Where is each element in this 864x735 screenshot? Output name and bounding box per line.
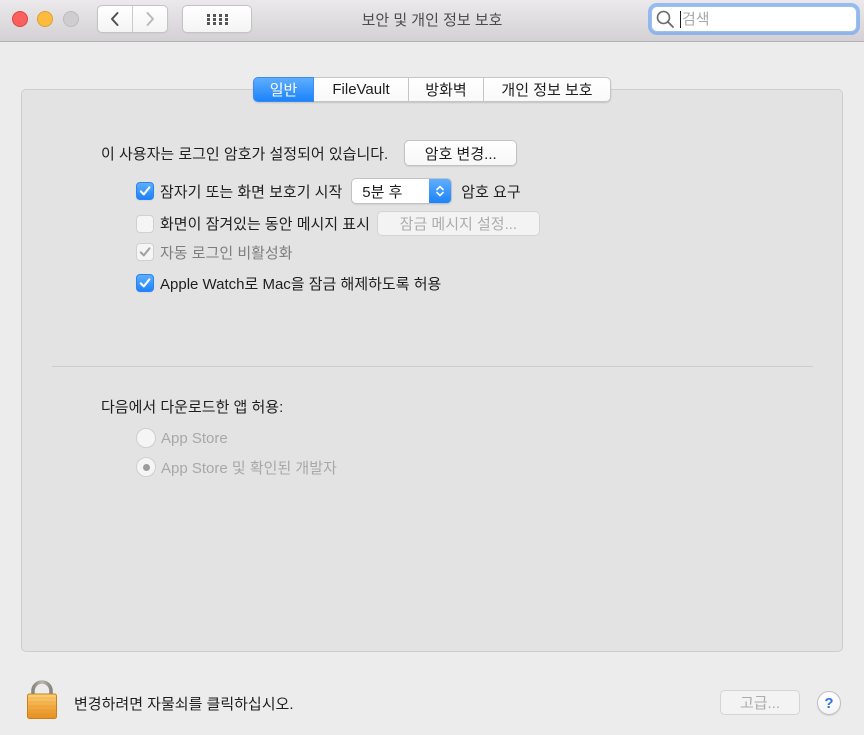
- lock-message-row: 화면이 잠겨있는 동안 메시지 표시 잠금 메시지 설정...: [136, 211, 540, 236]
- title-bar: 보안 및 개인 정보 보호: [0, 0, 864, 42]
- search-field[interactable]: [651, 6, 857, 32]
- close-button[interactable]: [12, 11, 28, 27]
- require-password-checkbox[interactable]: [136, 182, 154, 200]
- allow-app-store-label: App Store: [161, 429, 228, 447]
- checkmark-icon: [139, 278, 151, 288]
- allow-apps-option-row: App Store: [136, 427, 228, 449]
- history-navigation: [97, 5, 168, 33]
- advanced-button[interactable]: 고급...: [720, 690, 800, 715]
- allow-apps-heading: 다음에서 다운로드한 앱 허용:: [101, 398, 284, 416]
- allow-app-store-and-identified-radio[interactable]: [136, 457, 156, 477]
- tab-privacy[interactable]: 개인 정보 보호: [484, 77, 611, 102]
- require-password-label: 잠자기 또는 화면 보호기 시작: [160, 183, 343, 201]
- tab-firewall[interactable]: 방화벽: [409, 77, 484, 102]
- help-button[interactable]: ?: [817, 691, 841, 715]
- radio-dot: [142, 463, 150, 471]
- back-button[interactable]: [98, 6, 132, 32]
- section-divider: [52, 366, 813, 367]
- checkmark-icon: [139, 247, 151, 257]
- apple-watch-unlock-checkbox[interactable]: [136, 274, 154, 292]
- lock-closed-icon[interactable]: [26, 680, 58, 720]
- allow-app-store-radio[interactable]: [136, 428, 156, 448]
- disable-auto-login-row: 자동 로그인 비활성화: [136, 241, 293, 263]
- show-all-button[interactable]: [182, 5, 252, 33]
- tab-general[interactable]: 일반: [253, 77, 314, 102]
- password-delay-popup[interactable]: 5분 후: [351, 178, 453, 204]
- change-password-button[interactable]: 암호 변경...: [404, 140, 518, 166]
- up-down-chevron-icon: [429, 179, 452, 203]
- lock-message-checkbox[interactable]: [136, 214, 154, 233]
- disable-auto-login-checkbox[interactable]: [136, 243, 154, 261]
- chevron-right-icon: [146, 12, 154, 26]
- allow-app-store-and-identified-label: App Store 및 확인된 개발자: [161, 459, 337, 477]
- zoom-button: [63, 11, 79, 27]
- search-input[interactable]: [652, 7, 856, 31]
- set-lock-message-button[interactable]: 잠금 메시지 설정...: [376, 211, 540, 236]
- apple-watch-unlock-label: Apple Watch로 Mac을 잠금 해제하도록 허용: [160, 275, 442, 293]
- lock-message-label: 화면이 잠겨있는 동안 메시지 표시: [160, 216, 370, 233]
- apple-watch-unlock-row: Apple Watch로 Mac을 잠금 해제하도록 허용: [136, 272, 441, 294]
- lock-hint-text: 변경하려면 자물쇠를 클릭하십시오.: [74, 695, 294, 713]
- window-title: 보안 및 개인 정보 보호: [361, 11, 503, 29]
- minimize-button[interactable]: [37, 11, 53, 27]
- checkmark-icon: [139, 186, 151, 196]
- disable-auto-login-label: 자동 로그인 비활성화: [160, 244, 293, 262]
- general-tab-panel: 이 사용자는 로그인 암호가 설정되어 있습니다. 암호 변경... 잠자기 또…: [21, 89, 843, 652]
- password-delay-value: 5분 후: [362, 183, 403, 201]
- password-status-text: 이 사용자는 로그인 암호가 설정되어 있습니다.: [101, 145, 389, 163]
- require-password-suffix: 암호 요구: [461, 183, 521, 201]
- tab-filevault[interactable]: FileVault: [314, 77, 409, 102]
- grid-icon: [206, 13, 228, 25]
- allow-apps-heading-row: 다음에서 다운로드한 앱 허용:: [101, 395, 283, 417]
- allow-apps-option-row: App Store 및 확인된 개발자: [136, 456, 337, 478]
- require-password-row: 잠자기 또는 화면 보호기 시작 5분 후 암호 요구: [136, 178, 521, 204]
- forward-button[interactable]: [132, 6, 167, 32]
- chevron-left-icon: [111, 12, 119, 26]
- tab-bar: 일반 FileVault 방화벽 개인 정보 보호: [253, 77, 611, 102]
- password-status-row: 이 사용자는 로그인 암호가 설정되어 있습니다. 암호 변경...: [101, 140, 518, 166]
